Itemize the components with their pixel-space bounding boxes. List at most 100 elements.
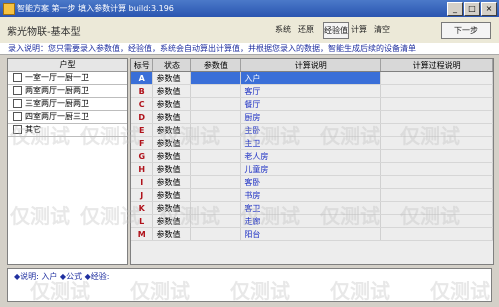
table-row[interactable]: F 参数值 主卫	[131, 136, 493, 150]
row-id-cell[interactable]: B	[131, 84, 154, 98]
checkbox-icon[interactable]	[13, 99, 22, 108]
process-description-cell[interactable]	[380, 214, 493, 228]
process-description-cell[interactable]	[380, 71, 493, 85]
table-row[interactable]: L 参数值 走廊	[131, 214, 493, 228]
checkbox-icon[interactable]	[13, 112, 22, 121]
calculate-button[interactable]: 计算	[348, 22, 370, 37]
restore-button[interactable]: 还原	[295, 22, 317, 37]
process-description-cell[interactable]	[380, 175, 493, 189]
row-id-cell[interactable]: C	[131, 97, 154, 111]
param-value-cell[interactable]	[190, 214, 242, 228]
calc-description-cell[interactable]: 走廊	[240, 214, 382, 228]
calc-description-cell[interactable]: 阳台	[240, 227, 382, 241]
process-description-cell[interactable]	[380, 84, 493, 98]
row-id-cell[interactable]: L	[131, 214, 154, 228]
status-cell[interactable]: 参数值	[152, 227, 192, 241]
process-description-cell[interactable]	[380, 188, 493, 202]
row-id-cell[interactable]: I	[131, 175, 154, 189]
status-cell[interactable]: 参数值	[152, 162, 192, 176]
table-row[interactable]: J 参数值 书房	[131, 188, 493, 202]
status-cell[interactable]: 参数值	[152, 201, 192, 215]
column-header-process[interactable]: 计算过程说明	[380, 59, 493, 72]
system-button[interactable]: 系统	[272, 22, 294, 37]
table-row[interactable]: E 参数值 主卧	[131, 123, 493, 137]
status-cell[interactable]: 参数值	[152, 110, 192, 124]
table-row[interactable]: C 参数值 餐厅	[131, 97, 493, 111]
calc-description-cell[interactable]: 餐厅	[240, 97, 382, 111]
param-value-cell[interactable]	[190, 136, 242, 150]
checkbox-icon[interactable]	[13, 73, 22, 82]
calc-description-cell[interactable]: 厨房	[240, 110, 382, 124]
param-value-cell[interactable]	[190, 175, 242, 189]
column-header-id[interactable]: 标号	[131, 59, 154, 72]
calc-description-cell[interactable]: 入户	[240, 71, 382, 85]
status-cell[interactable]: 参数值	[152, 136, 192, 150]
table-row[interactable]: D 参数值 厨房	[131, 110, 493, 124]
house-type-item[interactable]: 四室两厅一厨三卫	[8, 111, 127, 124]
minimize-button[interactable]: _	[447, 2, 463, 16]
status-cell[interactable]: 参数值	[152, 188, 192, 202]
table-row[interactable]: B 参数值 客厅	[131, 84, 493, 98]
param-value-cell[interactable]	[190, 97, 242, 111]
calc-description-cell[interactable]: 主卫	[240, 136, 382, 150]
status-cell[interactable]: 参数值	[152, 175, 192, 189]
calc-description-cell[interactable]: 老人房	[240, 149, 382, 163]
close-button[interactable]: ×	[481, 2, 497, 16]
process-description-cell[interactable]	[380, 201, 493, 215]
param-value-cell[interactable]	[190, 123, 242, 137]
checkbox-icon[interactable]	[13, 86, 22, 95]
table-row[interactable]: I 参数值 客卧	[131, 175, 493, 189]
process-description-cell[interactable]	[380, 149, 493, 163]
maximize-button[interactable]: □	[464, 2, 480, 16]
param-value-cell[interactable]	[190, 110, 242, 124]
param-value-cell[interactable]	[190, 188, 242, 202]
param-value-cell[interactable]	[190, 227, 242, 241]
next-step-button[interactable]: 下一步	[441, 22, 491, 39]
process-description-cell[interactable]	[380, 110, 493, 124]
column-header-calc[interactable]: 计算说明	[240, 59, 382, 72]
table-row[interactable]: M 参数值 阳台	[131, 227, 493, 241]
calc-description-cell[interactable]: 客厅	[240, 84, 382, 98]
calc-description-cell[interactable]: 儿童房	[240, 162, 382, 176]
row-id-cell[interactable]: E	[131, 123, 154, 137]
status-cell[interactable]: 参数值	[152, 214, 192, 228]
process-description-cell[interactable]	[380, 227, 493, 241]
house-type-item[interactable]: 两室两厅一厨两卫	[8, 85, 127, 98]
param-value-cell[interactable]	[190, 162, 242, 176]
checkbox-icon[interactable]	[13, 125, 22, 134]
row-id-cell[interactable]: K	[131, 201, 154, 215]
calc-description-cell[interactable]: 主卧	[240, 123, 382, 137]
row-id-cell[interactable]: D	[131, 110, 154, 124]
row-id-cell[interactable]: G	[131, 149, 154, 163]
process-description-cell[interactable]	[380, 136, 493, 150]
param-value-cell[interactable]	[190, 201, 242, 215]
column-header-param[interactable]: 参数值	[190, 59, 242, 72]
row-id-cell[interactable]: M	[131, 227, 154, 241]
house-type-item[interactable]: 三室两厅一厨两卫	[8, 98, 127, 111]
calc-description-cell[interactable]: 客卧	[240, 175, 382, 189]
param-value-cell[interactable]	[190, 149, 242, 163]
param-value-cell[interactable]	[190, 71, 242, 85]
status-cell[interactable]: 参数值	[152, 149, 192, 163]
experience-button[interactable]: 经验值	[323, 22, 349, 39]
table-row[interactable]: G 参数值 老人房	[131, 149, 493, 163]
house-type-item[interactable]: 其它	[8, 124, 127, 137]
row-id-cell[interactable]: H	[131, 162, 154, 176]
row-id-cell[interactable]: J	[131, 188, 154, 202]
calc-description-cell[interactable]: 书房	[240, 188, 382, 202]
status-cell[interactable]: 参数值	[152, 71, 192, 85]
param-value-cell[interactable]	[190, 84, 242, 98]
row-id-cell[interactable]: F	[131, 136, 154, 150]
process-description-cell[interactable]	[380, 123, 493, 137]
row-id-cell[interactable]: A	[131, 71, 154, 85]
process-description-cell[interactable]	[380, 162, 493, 176]
table-row[interactable]: A 参数值 入户	[131, 71, 493, 85]
house-type-item[interactable]: 一室一厅一厨一卫	[8, 72, 127, 85]
clear-button[interactable]: 清空	[371, 22, 393, 37]
calc-description-cell[interactable]: 客卫	[240, 201, 382, 215]
status-cell[interactable]: 参数值	[152, 84, 192, 98]
process-description-cell[interactable]	[380, 97, 493, 111]
table-row[interactable]: H 参数值 儿童房	[131, 162, 493, 176]
column-header-status[interactable]: 状态	[152, 59, 192, 72]
status-cell[interactable]: 参数值	[152, 97, 192, 111]
